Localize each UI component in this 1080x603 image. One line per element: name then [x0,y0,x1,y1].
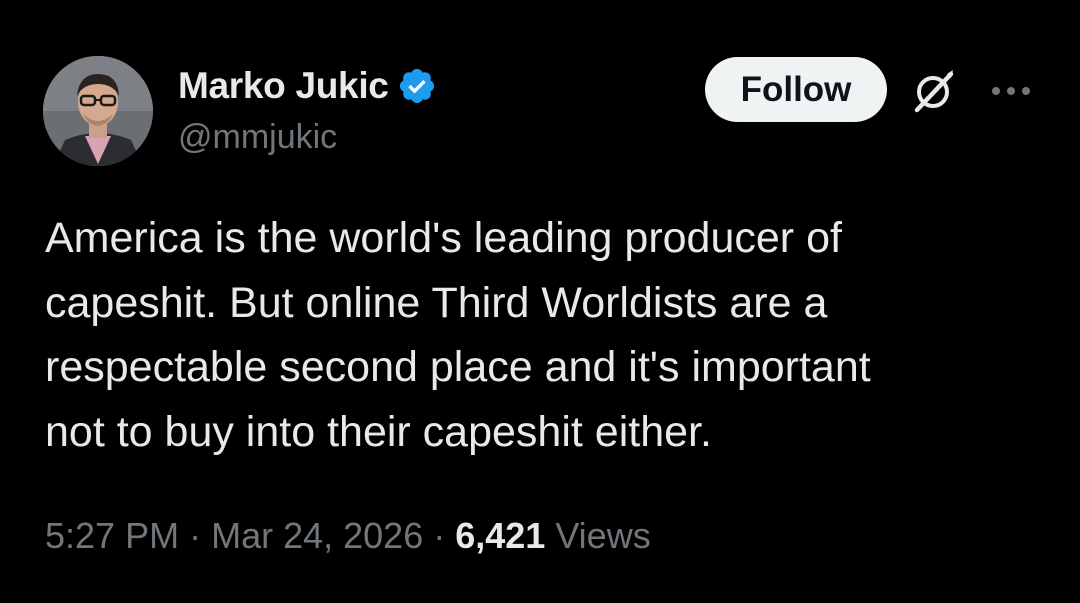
views-count[interactable]: 6,421 [455,515,545,557]
tweet-card: Marko Jukic @mmjukic Follow America is t… [0,0,1080,603]
tweet-time[interactable]: 5:27 PM [45,515,179,557]
tweet-text: America is the world's leading producer … [45,214,871,456]
grok-icon[interactable] [909,66,959,116]
views-label[interactable]: Views [555,515,650,557]
tweet-meta: 5:27 PM · Mar 24, 2026 · 6,421 Views [45,510,651,562]
author-display-name[interactable]: Marko Jukic [178,65,389,107]
tweet-date[interactable]: Mar 24, 2026 [211,515,423,557]
author-avatar[interactable] [43,56,153,166]
author-handle[interactable]: @mmjukic [178,118,337,157]
author-name-row: Marko Jukic [178,64,437,108]
more-horizontal-icon[interactable] [988,76,1034,106]
meta-separator: · [433,515,446,556]
follow-button[interactable]: Follow [705,57,887,122]
avatar-photo-icon [43,56,153,166]
verified-badge-icon[interactable] [397,66,437,106]
meta-separator: · [189,515,202,556]
